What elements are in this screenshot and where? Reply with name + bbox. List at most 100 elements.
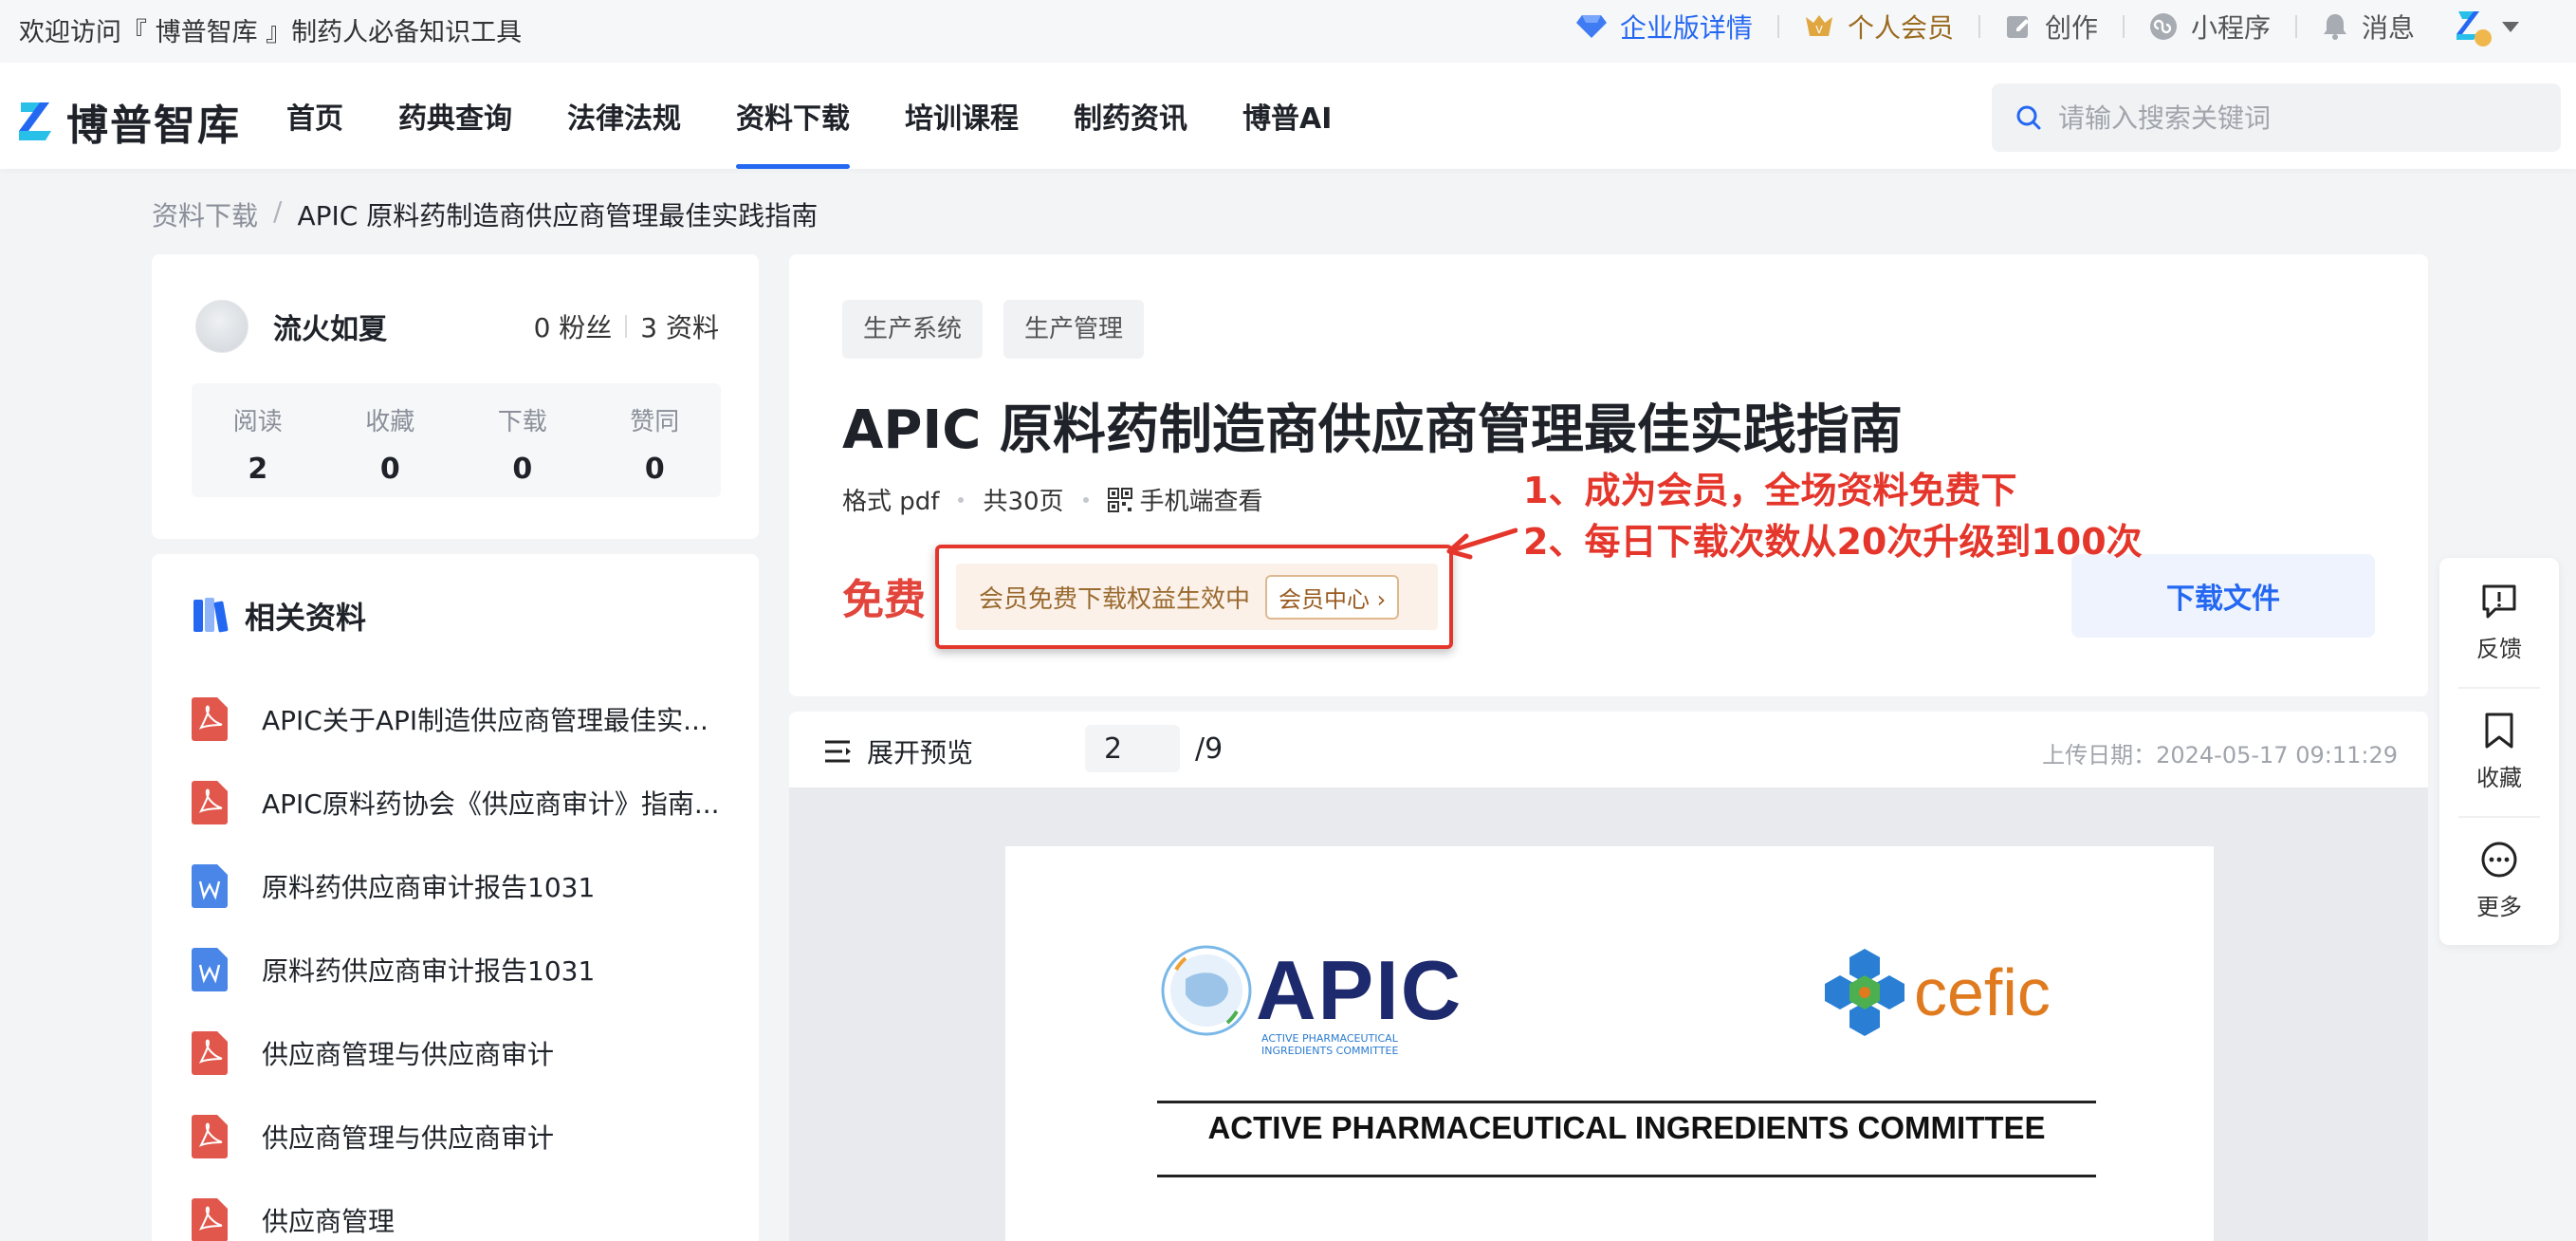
- books-icon: [193, 598, 229, 633]
- vip-status-band: 会员免费下载权益生效中 会员中心 ›: [956, 564, 1438, 630]
- doc-tags: 生产系统 生产管理: [842, 300, 1165, 359]
- favorite-button[interactable]: 收藏: [2439, 687, 2559, 816]
- page-navigator: /9: [1085, 725, 1223, 772]
- mobile-view-link[interactable]: 手机端查看: [1140, 482, 1263, 517]
- list-item[interactable]: 原料药供应商审计报告1031: [192, 928, 732, 1011]
- page-total: /9: [1195, 732, 1224, 766]
- breadcrumb-separator: /: [273, 195, 283, 227]
- edit-icon: [2006, 16, 2029, 38]
- breadcrumb-current: APIC 原料药制造商供应商管理最佳实践指南: [297, 200, 819, 232]
- member-center-button[interactable]: 会员中心 ›: [1265, 574, 1400, 620]
- nav-menu: 首页 药典查询 法律法规 资料下载 培训课程 制药资讯 博普AI: [286, 63, 1387, 169]
- committee-heading: ACTIVE PHARMACEUTICAL INGREDIENTS COMMIT…: [1207, 1110, 2046, 1145]
- more-dots-icon: [2481, 842, 2517, 877]
- list-item[interactable]: 原料药供应商审计报告1031: [192, 844, 732, 928]
- related-card: 相关资料 APIC关于API制造供应商管理最佳实... APIC原料药协会《供应…: [152, 554, 759, 1241]
- floating-toolbar: 反馈 收藏 更多: [2439, 558, 2559, 945]
- nav-item-ai[interactable]: 博普AI: [1242, 63, 1332, 169]
- globe-icon: [1161, 945, 1252, 1036]
- related-list: APIC关于API制造供应商管理最佳实... APIC原料药协会《供应商审计》指…: [192, 677, 732, 1241]
- bookmark-icon: [2485, 713, 2513, 748]
- vip-status-text: 会员免费下载权益生效中: [979, 584, 1251, 614]
- list-item[interactable]: APIC关于API制造供应商管理最佳实...: [192, 677, 732, 761]
- related-title: 相关资料: [192, 594, 366, 638]
- list-item[interactable]: 供应商管理与供应商审计: [192, 1095, 732, 1178]
- apic-subtitle: ACTIVE PHARMACEUTICAL INGREDIENTS COMMITT…: [1261, 1032, 1399, 1057]
- divider: [1157, 1101, 2096, 1103]
- nav-item-courses[interactable]: 培训课程: [905, 63, 1019, 169]
- word-file-icon: [192, 948, 228, 991]
- page-number-input[interactable]: [1085, 725, 1180, 772]
- member-link[interactable]: V 个人会员: [1804, 8, 1954, 46]
- pdf-file-icon: [192, 1031, 228, 1075]
- top-bar: 欢迎访问『 博普智库 』制药人必备知识工具 企业版详情 V 个人会员 创作 小程…: [0, 0, 2576, 63]
- docs-count: 3 资料: [640, 312, 719, 343]
- download-button[interactable]: 下载文件: [2071, 554, 2375, 638]
- author-counts: 0 粉丝 3 资料: [534, 307, 719, 345]
- diamond-icon: [1575, 15, 1607, 38]
- top-links: 企业版详情 V 个人会员 创作 小程序 消息: [1575, 6, 2519, 47]
- annotation-arrow-icon: [1446, 528, 1518, 560]
- nav-item-pharmacopoeia[interactable]: 药典查询: [398, 63, 512, 169]
- list-item[interactable]: 供应商管理与供应商审计: [192, 1011, 732, 1095]
- user-avatar-icon: [2456, 11, 2492, 46]
- divider: [1157, 1175, 2096, 1177]
- user-avatar[interactable]: [2451, 6, 2493, 47]
- pdf-file-icon: [192, 1115, 228, 1158]
- doc-format: 格式 pdf: [842, 488, 940, 516]
- miniapp-link[interactable]: 小程序: [2149, 8, 2271, 46]
- tag-production-system[interactable]: 生产系统: [842, 300, 984, 359]
- document-page-preview: APIC ACTIVE PHARMACEUTICAL INGREDIENTS CO…: [1005, 846, 2214, 1241]
- list-expand-icon: [825, 740, 851, 763]
- pdf-file-icon: [192, 697, 228, 741]
- upload-date: 上传日期：2024-05-17 09:11:29: [2042, 742, 2398, 769]
- price-label: 免费: [842, 576, 926, 624]
- stat-reads: 阅读 2: [232, 408, 283, 486]
- author-card: 流火如夏 0 粉丝 3 资料 阅读 2 收藏 0 下载 0 赞同 0: [152, 254, 759, 539]
- chevron-down-icon[interactable]: [2502, 21, 2519, 32]
- create-link[interactable]: 创作: [2005, 8, 2098, 46]
- author-stats-box: 阅读 2 收藏 0 下载 0 赞同 0: [192, 383, 721, 497]
- nav-item-news[interactable]: 制药资讯: [1074, 63, 1187, 169]
- pdf-file-icon: [192, 1198, 228, 1241]
- search-input[interactable]: [2058, 102, 2532, 134]
- nav-item-downloads[interactable]: 资料下载: [736, 63, 850, 169]
- pdf-file-icon: [192, 781, 228, 824]
- expand-preview-button[interactable]: 展开预览: [823, 732, 973, 770]
- annotation-line-2: 2、每日下载次数从20次升级到100次: [1523, 521, 2143, 563]
- breadcrumb: 资料下载 / APIC 原料药制造商供应商管理最佳实践指南: [152, 195, 818, 233]
- bell-icon: [2323, 14, 2346, 40]
- annotation-line-1: 1、成为会员，全场资料免费下: [1523, 470, 2017, 511]
- stat-favorites: 收藏 0: [365, 408, 415, 486]
- breadcrumb-parent[interactable]: 资料下载: [152, 195, 258, 233]
- logo-icon: [19, 102, 51, 140]
- preview-area: APIC ACTIVE PHARMACEUTICAL INGREDIENTS CO…: [789, 787, 2428, 1241]
- stat-likes: 赞同 0: [630, 408, 680, 486]
- more-button[interactable]: 更多: [2439, 816, 2559, 945]
- nav-item-regulations[interactable]: 法律法规: [567, 63, 681, 169]
- site-logo[interactable]: 博普智库: [17, 91, 241, 152]
- welcome-text: 欢迎访问『 博普智库 』制药人必备知识工具: [19, 18, 523, 47]
- list-item[interactable]: APIC原料药协会《供应商审计》指南...: [192, 761, 732, 844]
- miniapp-icon: [2149, 13, 2177, 40]
- feedback-button[interactable]: 反馈: [2439, 558, 2559, 687]
- author-avatar[interactable]: [195, 300, 248, 353]
- preview-toolbar: 展开预览 /9 上传日期：2024-05-17 09:11:29: [789, 712, 2428, 787]
- author-name[interactable]: 流火如夏: [273, 306, 387, 347]
- main-nav: 博普智库 首页 药典查询 法律法规 资料下载 培训课程 制药资讯 博普AI: [0, 63, 2576, 169]
- messages-link[interactable]: 消息: [2322, 8, 2415, 46]
- nav-item-home[interactable]: 首页: [286, 63, 343, 169]
- tag-production-management[interactable]: 生产管理: [1003, 300, 1145, 359]
- svg-text:V: V: [1815, 24, 1823, 36]
- document-meta: 格式 pdf 共30页 手机端查看: [842, 482, 1263, 517]
- fans-count: 0 粉丝: [533, 312, 613, 343]
- vip-crown-icon: V: [1805, 15, 1832, 36]
- feedback-icon: [2482, 584, 2516, 618]
- qrcode-icon: [1107, 487, 1132, 512]
- enterprise-link[interactable]: 企业版详情: [1575, 8, 1753, 46]
- search-box[interactable]: [1992, 83, 2561, 152]
- doc-pages: 共30页: [983, 488, 1064, 516]
- list-item[interactable]: 供应商管理: [192, 1178, 732, 1241]
- annotation-highlight-box: 会员免费下载权益生效中 会员中心 ›: [935, 545, 1453, 649]
- search-icon: [2016, 105, 2041, 130]
